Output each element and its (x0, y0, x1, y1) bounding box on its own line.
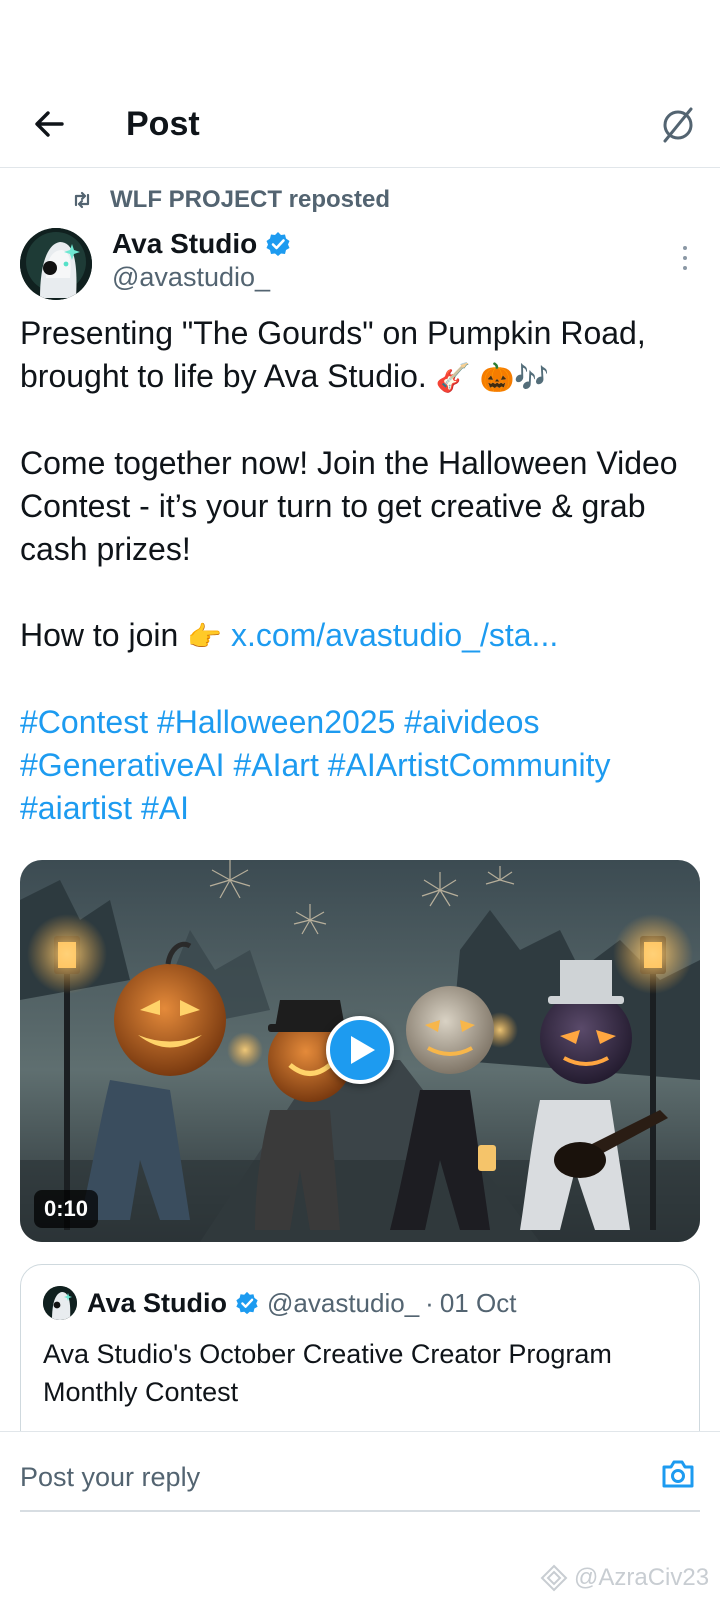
quoted-author-handle: @avastudio_ (267, 1287, 420, 1318)
video-duration: 0:10 (34, 1190, 99, 1228)
more-dots-icon (683, 246, 687, 250)
repost-indicator: WLF PROJECT reposted (70, 184, 390, 216)
avatar[interactable] (20, 228, 92, 300)
video-media[interactable]: 0:10 (20, 860, 700, 1242)
verified-badge-icon (236, 1291, 258, 1315)
camera-icon (662, 1460, 694, 1488)
camera-button[interactable] (660, 1456, 696, 1492)
arrow-left-icon (35, 111, 64, 137)
quoted-avatar (43, 1286, 77, 1320)
hashtag-link[interactable]: #AI (141, 790, 189, 826)
how-to-join-label: How to join (20, 617, 179, 653)
quoted-post-text: Ava Studio's October Creative Creator Pr… (43, 1339, 612, 1407)
quoted-post-header: Ava Studio @avastudio_ · 01 Oct (43, 1285, 516, 1321)
watermark: @AzraCiv23 (540, 1562, 709, 1594)
hashtag-link[interactable]: #AIArtistCommunity (328, 747, 611, 783)
hashtag-link[interactable]: #GenerativeAI (20, 747, 225, 783)
hashtag-list: #Contest #Halloween2025 #aivideos #Gener… (20, 701, 710, 830)
author-name[interactable]: Ava Studio (112, 228, 257, 260)
hashtag-link[interactable]: #aivideos (404, 704, 539, 740)
play-button[interactable] (326, 1016, 394, 1084)
post-paragraph-2: Come together now! Join the Halloween Vi… (20, 445, 678, 567)
hashtag-link[interactable]: #Contest (20, 704, 148, 740)
back-button[interactable] (28, 102, 72, 146)
settings-button[interactable] (654, 100, 702, 148)
meta-separator: · (425, 1287, 434, 1318)
page-title: Post (126, 105, 200, 143)
reply-underline (20, 1510, 700, 1512)
post-emoji: 🎸 🎃🎶 (435, 361, 550, 394)
post-text: Presenting "The Gourds" on Pumpkin Road,… (20, 312, 710, 830)
post-line-1: Presenting "The Gourds" on Pumpkin Road,… (20, 315, 646, 394)
slashed-circle-icon (663, 107, 693, 143)
watermark-text: @AzraCiv23 (574, 1564, 710, 1591)
hashtag-link[interactable]: #Halloween2025 (157, 704, 395, 740)
watermark-logo-icon (540, 1564, 568, 1592)
top-app-bar: Post (0, 84, 720, 168)
author-handle[interactable]: @avastudio_ (112, 262, 270, 293)
quoted-author-name: Ava Studio (87, 1287, 228, 1318)
reply-input[interactable] (20, 1456, 620, 1498)
hashtag-link[interactable]: #AIart (233, 747, 318, 783)
repost-label[interactable]: WLF PROJECT reposted (110, 186, 390, 214)
author-name-row[interactable]: Ava Studio (112, 226, 291, 262)
verified-badge-icon (266, 232, 290, 256)
repost-icon (74, 191, 90, 209)
hashtag-link[interactable]: #aiartist (20, 790, 132, 826)
quoted-post-date: 01 Oct (439, 1287, 517, 1318)
more-options-button[interactable] (670, 240, 700, 276)
play-icon (351, 1036, 375, 1064)
post-link[interactable]: x.com/avastudio_/sta... (231, 617, 558, 653)
pointing-emoji: 👉 (187, 620, 223, 653)
